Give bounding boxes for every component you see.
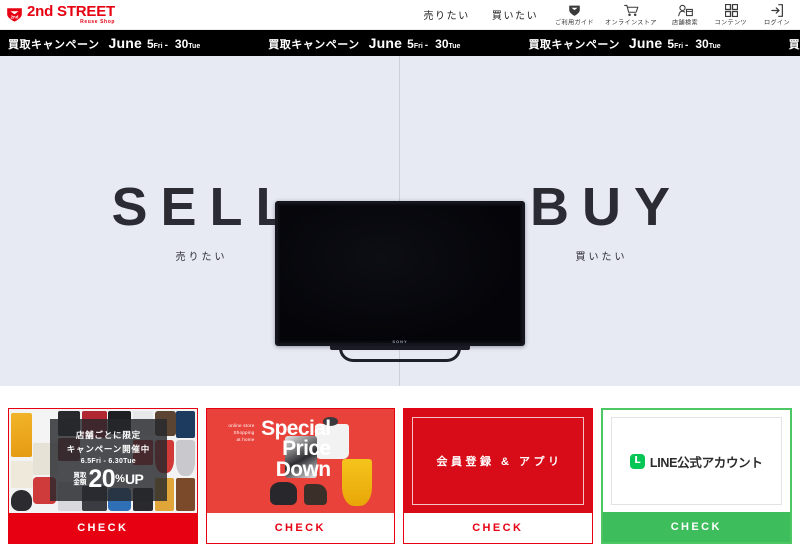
card1-dates: 6.5Fri - 6.30Tue [80, 458, 136, 466]
card1-amount-row: 買取 金額 20 % UP [73, 465, 144, 494]
cart-icon [623, 4, 639, 17]
card2-check-button[interactable]: CHECK [206, 513, 394, 543]
hero-sell-word: SELL [111, 176, 302, 237]
ticker-sup-end: Tue [708, 42, 721, 50]
ticker-day-start: 5 [667, 36, 675, 51]
promo-card-campaign-20-up[interactable]: 店舗ごとに限定 キャンペーン開催中 6.5Fri - 6.30Tue 買取 金額 … [8, 408, 198, 544]
ticker-day-start: 5 [407, 36, 414, 51]
ticker-day-start: 5 [146, 36, 154, 51]
ticker-title: 買取キャンペーン [788, 38, 800, 51]
ticker-month: June [368, 34, 403, 51]
nav-online-store[interactable]: オンラインストア [600, 4, 662, 26]
hero-buy-panel[interactable]: BUY 買いたい [400, 56, 800, 386]
ticker-day-end: 30 [174, 36, 189, 51]
ticker-day-end: 30 [435, 36, 449, 51]
ticker-sup-start: Fri [413, 42, 423, 50]
ticker-title: 買取キャンペーン [8, 38, 100, 51]
nav-guide[interactable]: ご利用ガイド [549, 4, 600, 26]
hero-section: SELL 売りたい BUY 買いたい SONY [0, 56, 800, 386]
hero-buy-word: BUY [529, 176, 683, 237]
hero-sell-sub: 売りたい [175, 251, 228, 263]
grid-icon [724, 3, 738, 17]
card3-check-button[interactable]: CHECK [404, 513, 592, 543]
card1-visual: 店舗ごとに限定 キャンペーン開催中 6.5Fri - 6.30Tue 買取 金額 … [9, 409, 197, 513]
nav-contents-label: コンテンツ [714, 19, 748, 27]
nav-guide-label: ご利用ガイド [555, 19, 595, 27]
ticker-month: June [628, 34, 663, 51]
nav-contents[interactable]: コンテンツ [708, 3, 754, 27]
promo-card-row: 店舗ごとに限定 キャンペーン開催中 6.5Fri - 6.30Tue 買取 金額 … [0, 408, 800, 544]
hero-buy-sub: 買いたい [575, 251, 628, 263]
nav-online-store-label: オンラインストア [605, 19, 657, 27]
nav-login-label: ログイン [764, 19, 790, 27]
handbag-image [304, 483, 327, 505]
nav-store-search[interactable]: 店舗検索 [662, 4, 708, 26]
ticker-title: 買取キャンペーン [268, 38, 360, 51]
ticker-sup-start: Fri [674, 42, 684, 50]
card2-big-line2: Price [282, 437, 331, 461]
nav-login[interactable]: ログイン [754, 3, 800, 27]
shield-logo-icon: 2nd [6, 6, 23, 23]
card3-title: 会員登録 & アプリ [436, 456, 563, 468]
line-badge-letter: L [634, 454, 641, 466]
line-logo-icon: L [629, 453, 645, 469]
ticker-item: 買取キャンペーン June 5 Fri - 30 Tue [520, 35, 780, 52]
ticker-sup-end: Tue [188, 42, 201, 50]
svg-text:2nd: 2nd [11, 14, 19, 19]
site-logo[interactable]: 2nd 2nd STREET Reuse Shop [0, 4, 115, 25]
promo-card-member-registration[interactable]: 会員登録 & アプリ CHECK [403, 408, 593, 544]
nav-buy[interactable]: 買いたい [481, 7, 549, 22]
black-sandals-image [270, 481, 297, 505]
campaign-ticker[interactable]: 買取キャンペーン June 5 Fri - 30 Tue 買取キャンペーン Ju… [0, 30, 800, 56]
card4-title: LINE公式アカウント [649, 455, 763, 470]
promo-card-special-price-down[interactable]: online store Shopping at home Special Pr… [205, 408, 395, 544]
ticker-title: 買取キャンペーン [528, 38, 620, 51]
main-navigation: 売りたい 買いたい ご利用ガイド オンラインストア 店舗検索 コンテンツ ログイ… [412, 0, 800, 30]
card2-visual: online store Shopping at home Special Pr… [206, 409, 394, 513]
nav-sell[interactable]: 売りたい [412, 7, 480, 22]
hero-sell-panel[interactable]: SELL 売りたい [0, 56, 400, 386]
card2-headline: Special Price Down [213, 417, 333, 481]
card3-inner-border: 会員登録 & アプリ [412, 417, 584, 505]
login-icon [771, 3, 783, 17]
ticker-sup-end: Tue [448, 42, 461, 50]
card4-visual: L LINE公式アカウント [602, 410, 790, 512]
ticker-dash: - [685, 39, 689, 51]
card1-check-button[interactable]: CHECK [9, 513, 197, 543]
nav-store-search-label: 店舗検索 [672, 19, 698, 27]
yellow-skirt-image [341, 458, 372, 506]
ticker-item: 買取キャンペーン June 5 Fri - 30 Tue [0, 35, 260, 52]
card4-line-row: L LINE公式アカウント [629, 452, 763, 471]
guide-shield-icon [568, 4, 581, 17]
card1-amount-label: 買取 金額 [73, 471, 87, 487]
card1-line2: キャンペーン開催中 [66, 444, 151, 455]
card2-big-line3: Down [275, 457, 331, 481]
ticker-day-end: 30 [695, 36, 709, 51]
logo-main-text: 2nd STREET [27, 3, 116, 20]
ticker-sup-start: Fri [153, 42, 163, 50]
card4-check-button[interactable]: CHECK [602, 512, 790, 542]
card1-up: UP [124, 471, 144, 488]
card4-inner-border: L LINE公式アカウント [610, 417, 782, 505]
card3-visual: 会員登録 & アプリ [404, 409, 592, 513]
card2-big-line1: Special [261, 417, 331, 440]
card1-line1: 店舗ごとに限定 [75, 430, 141, 441]
promo-card-line-official[interactable]: L LINE公式アカウント CHECK [600, 408, 792, 544]
card1-percent: % [115, 473, 125, 486]
card1-big-number: 20 [88, 465, 116, 494]
card1-text-overlay: 店舗ごとに限定 キャンペーン開催中 6.5Fri - 6.30Tue 買取 金額 … [50, 419, 167, 501]
logo-sub-text: Reuse Shop [80, 19, 116, 25]
ticker-item: 買取キャンペーン June 5 Fri - 30 Tue [781, 35, 800, 52]
ticker-month: June [108, 34, 142, 51]
ticker-dash: - [424, 39, 429, 51]
ticker-dash: - [164, 39, 168, 51]
ticker-item: 買取キャンペーン June 5 Fri - 30 Tue [260, 35, 520, 52]
store-search-icon [677, 4, 693, 17]
site-header: 2nd 2nd STREET Reuse Shop 売りたい 買いたい ご利用ガ… [0, 0, 800, 30]
